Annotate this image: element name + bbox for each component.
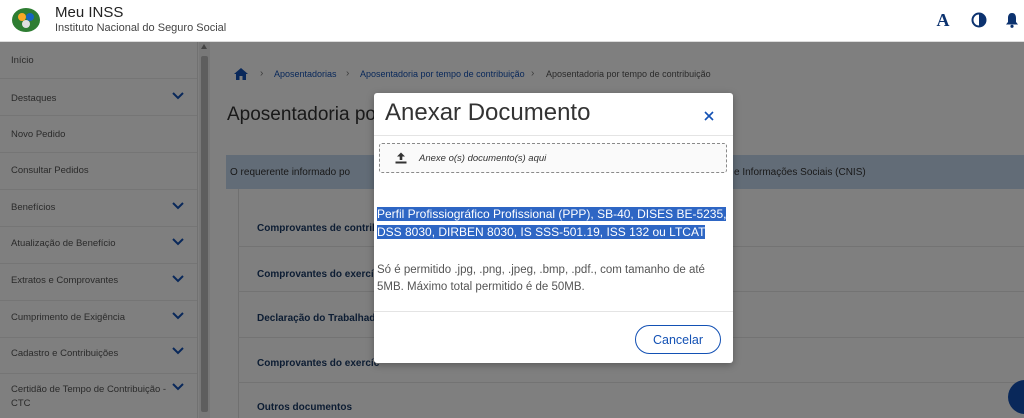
upload-icon	[395, 152, 407, 164]
cancel-button[interactable]: Cancelar	[635, 325, 721, 354]
document-type-line: DSS 8030, DIRBEN 8030, IS SSS-501.19, IS…	[377, 225, 706, 239]
close-icon[interactable]	[702, 109, 716, 123]
document-type-text: Perfil Profissiográfico Profissional (PP…	[377, 205, 727, 241]
modal-divider	[374, 135, 733, 136]
font-size-icon[interactable]: A	[935, 10, 951, 30]
allowed-formats-text: Só é permitido .jpg, .png, .jpeg, .bmp, …	[377, 264, 705, 293]
upload-label: Anexe o(s) documento(s) aqui	[419, 153, 547, 164]
app-header: Meu INSS Instituto Nacional do Seguro So…	[0, 0, 1024, 42]
modal-divider	[374, 311, 733, 312]
app-title: Meu INSS	[55, 4, 124, 21]
bell-icon[interactable]	[1003, 10, 1021, 30]
inss-logo-icon[interactable]	[11, 7, 41, 33]
document-type-line: Perfil Profissiográfico Profissional (PP…	[377, 207, 727, 221]
contrast-icon[interactable]	[970, 10, 988, 30]
app-subtitle: Instituto Nacional do Seguro Social	[55, 22, 227, 34]
upload-dropzone[interactable]: Anexe o(s) documento(s) aqui	[379, 143, 727, 173]
attach-document-modal: Anexar Documento Anexe o(s) documento(s)…	[374, 93, 733, 363]
modal-title: Anexar Documento	[385, 99, 591, 126]
